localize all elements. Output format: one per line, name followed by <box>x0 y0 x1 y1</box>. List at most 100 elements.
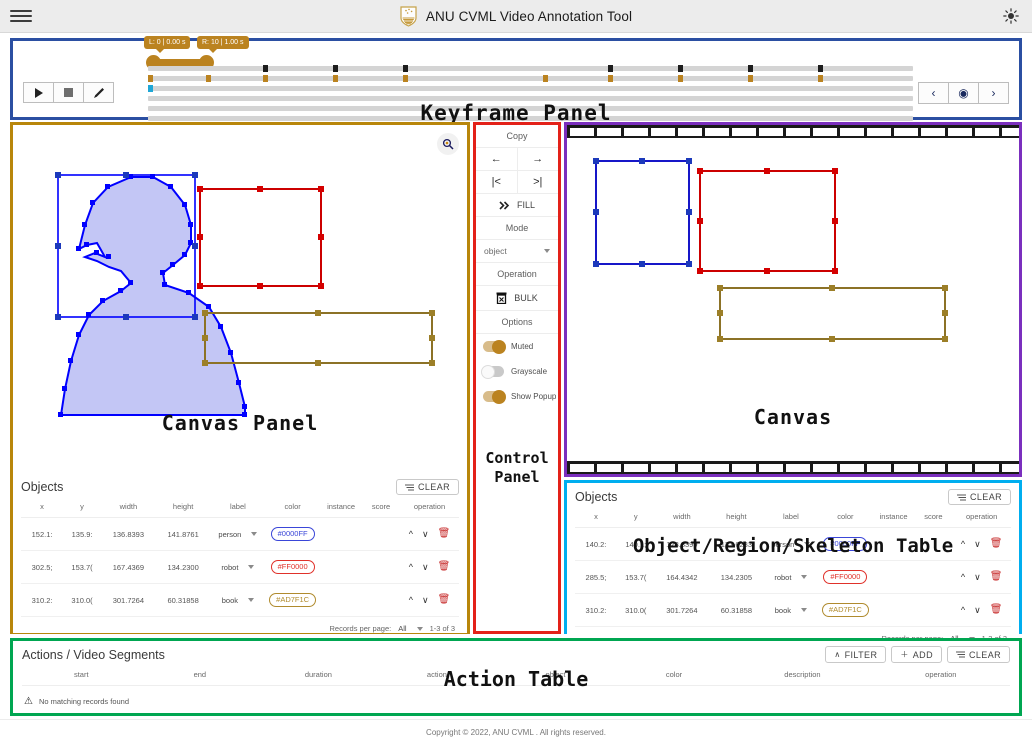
toggle-switch[interactable] <box>483 339 506 354</box>
magnifier-icon[interactable] <box>437 133 459 155</box>
add-button[interactable]: ＋ ADD <box>891 646 942 663</box>
col-description: description <box>733 667 872 686</box>
cell-operation[interactable]: ^ ∨ 🗑 <box>400 517 459 552</box>
move-down-icon[interactable]: ∨ <box>974 572 981 582</box>
keyframe-track-cyan[interactable] <box>148 85 913 92</box>
move-up-icon[interactable]: ^ <box>409 595 413 605</box>
chevron-down-icon <box>544 249 550 253</box>
table-row[interactable]: 310.2: 310.0( 301.7264 60.31858 book #AD… <box>21 583 459 618</box>
object-table-left-title: Objects <box>21 480 64 494</box>
annotation-canvas-left[interactable]: Canvas Panel <box>13 125 467 473</box>
move-up-icon[interactable]: ^ <box>409 529 413 539</box>
show-popup-toggle[interactable]: Show Popup <box>476 384 558 409</box>
double-chevron-right-icon <box>499 200 510 210</box>
cell-label[interactable]: book <box>763 593 819 628</box>
clear-button[interactable]: CLEAR <box>946 646 1010 663</box>
cell-color[interactable]: #AD7F1C <box>265 583 320 618</box>
show-popup-toggle-label: Show Popup <box>511 392 557 401</box>
cell-label[interactable]: person <box>210 517 266 552</box>
toggle-switch[interactable] <box>483 389 506 404</box>
fill-button[interactable]: FILL <box>476 194 558 217</box>
cell-y: 135.9: <box>63 517 101 552</box>
copy-end-row: |< >| <box>476 171 558 194</box>
object-table-right-clear-button[interactable]: CLEAR <box>947 489 1011 505</box>
col-width: width <box>654 509 710 528</box>
move-up-icon[interactable]: ^ <box>961 605 965 615</box>
edit-button[interactable] <box>83 82 114 103</box>
filter-button[interactable]: ∧ FILTER <box>825 646 887 663</box>
copy-first-button[interactable]: |< <box>476 171 517 193</box>
copy-step-row: ← → <box>476 148 558 171</box>
cell-width: 301.7264 <box>654 593 710 628</box>
cell-label[interactable]: robot <box>210 550 266 585</box>
brightness-icon[interactable] <box>1000 5 1022 27</box>
action-table-title: Actions / Video Segments <box>22 647 165 662</box>
move-up-icon[interactable]: ^ <box>409 562 413 572</box>
chevron-down-icon <box>801 608 808 613</box>
cell-operation[interactable]: ^ ∨ 🗑 <box>400 583 459 618</box>
table-row[interactable]: 310.2: 310.0( 301.7264 60.31858 book #AD… <box>575 593 1011 628</box>
move-up-icon[interactable]: ^ <box>961 572 965 582</box>
muted-toggle[interactable]: Muted <box>476 334 558 359</box>
cell-operation[interactable]: ^ ∨ 🗑 <box>952 527 1011 562</box>
object-table-left-clear-button[interactable]: CLEAR <box>395 479 459 495</box>
stop-button[interactable] <box>53 82 84 103</box>
cell-x: 285.5; <box>575 560 617 595</box>
toggle-switch[interactable] <box>481 364 504 379</box>
cell-operation[interactable]: ^ ∨ 🗑 <box>952 560 1011 595</box>
delete-icon[interactable]: 🗑 <box>438 529 451 539</box>
cell-label[interactable]: robot <box>763 560 819 595</box>
chevron-down-icon <box>801 575 808 580</box>
cell-label[interactable]: book <box>210 583 266 618</box>
delete-icon[interactable]: 🗑 <box>438 562 451 572</box>
cell-x: 152.1: <box>21 517 64 552</box>
delete-icon[interactable]: 🗑 <box>438 595 451 605</box>
move-down-icon[interactable]: ∨ <box>974 605 981 615</box>
table-row[interactable]: 140.2: 140.1; 128.3399 137.6283 person #… <box>575 527 1011 562</box>
cell-operation[interactable]: ^ ∨ 🗑 <box>400 550 459 585</box>
prev-keyframe-button[interactable]: ‹ <box>918 82 949 104</box>
keyframe-track-5[interactable] <box>148 106 913 111</box>
bulk-button[interactable]: BULK <box>476 286 558 311</box>
delete-icon[interactable]: 🗑 <box>990 572 1003 582</box>
slider-left-label: L: 0 | 0.00 s <box>144 36 191 53</box>
robot-rect <box>697 168 838 274</box>
move-up-icon[interactable]: ^ <box>961 539 965 549</box>
keyframe-track-6[interactable] <box>148 116 913 121</box>
move-down-icon[interactable]: ∨ <box>422 595 429 605</box>
action-table-buttons: ∧ FILTER ＋ ADD CLEAR <box>825 646 1010 663</box>
keyframe-track-black[interactable] <box>148 65 913 72</box>
annotation-canvas-right[interactable]: Canvas <box>567 138 1019 461</box>
move-down-icon[interactable]: ∨ <box>422 562 429 572</box>
next-keyframe-button[interactable]: › <box>978 82 1009 104</box>
copy-last-button[interactable]: >| <box>516 171 559 193</box>
keyframe-tracks[interactable] <box>148 65 913 126</box>
records-per-page-select[interactable]: All <box>398 624 423 633</box>
cell-color[interactable]: #FF0000 <box>818 560 873 595</box>
target-keyframe-button[interactable]: ◉ <box>948 82 979 104</box>
cell-color[interactable]: #0000FF <box>265 517 320 552</box>
mode-value: object <box>484 246 507 256</box>
table-row[interactable]: 152.1: 135.9: 136.8393 141.8761 person #… <box>21 517 459 552</box>
cell-color[interactable]: #AD7F1C <box>818 593 873 628</box>
move-down-icon[interactable]: ∨ <box>974 539 981 549</box>
move-down-icon[interactable]: ∨ <box>422 529 429 539</box>
keyframe-track-4[interactable] <box>148 96 913 101</box>
mode-select[interactable]: object <box>476 240 558 263</box>
cell-color[interactable]: #0000FF <box>818 527 873 562</box>
mode-section-label: Mode <box>476 217 558 240</box>
table-row[interactable]: 302.5; 153.7( 167.4369 134.2300 robot #F… <box>21 550 459 585</box>
keyframe-track-gold[interactable] <box>148 75 913 82</box>
cell-operation[interactable]: ^ ∨ 🗑 <box>952 593 1011 628</box>
copy-right-button[interactable]: → <box>516 148 559 170</box>
delete-icon[interactable]: 🗑 <box>990 539 1003 549</box>
play-button[interactable] <box>23 82 54 103</box>
cell-color[interactable]: #FF0000 <box>265 550 320 585</box>
copy-left-button[interactable]: ← <box>476 148 517 170</box>
grayscale-toggle[interactable]: Grayscale <box>476 359 558 384</box>
cell-label[interactable]: person <box>763 527 819 562</box>
delete-icon[interactable]: 🗑 <box>990 605 1003 615</box>
hamburger-menu-icon[interactable] <box>10 5 32 27</box>
table-row[interactable]: 285.5; 153.7( 164.4342 134.2305 robot #F… <box>575 560 1011 595</box>
cell-height: 60.31858 <box>155 583 211 618</box>
